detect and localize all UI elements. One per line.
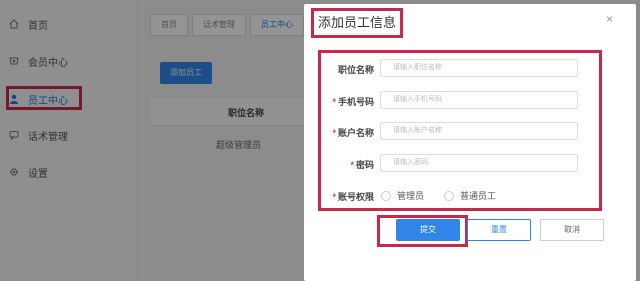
field-label-account: * 账户名称 <box>332 128 374 138</box>
radio-staff[interactable]: 普通员工 <box>444 189 496 202</box>
password-input[interactable]: 请输入密码 <box>380 154 578 172</box>
dialog-title: 添加员工信息 <box>311 8 403 38</box>
field-label-permission: * 账号权限 <box>332 192 374 202</box>
radio-label: 管理员 <box>397 191 425 201</box>
phone-input[interactable]: 请输入手机号码 <box>380 91 578 109</box>
radio-circle[interactable] <box>444 190 454 201</box>
submit-button[interactable]: 提交 <box>396 219 460 241</box>
field-label-phone: * 手机号码 <box>332 97 374 107</box>
reset-button[interactable]: 重置 <box>467 219 531 241</box>
radio-label: 普通员工 <box>460 191 497 201</box>
field-label-password: * 密码 <box>350 160 374 170</box>
radio-admin[interactable]: 管理员 <box>381 189 424 202</box>
account-name-input[interactable]: 请输入账户名称 <box>380 122 578 140</box>
radio-circle[interactable] <box>381 190 391 201</box>
field-label-position: 职位名称 <box>337 65 374 75</box>
position-name-input[interactable]: 请输入职位名称 <box>380 59 578 77</box>
cancel-button[interactable]: 取消 <box>540 219 604 241</box>
close-icon[interactable]: × <box>606 12 613 26</box>
